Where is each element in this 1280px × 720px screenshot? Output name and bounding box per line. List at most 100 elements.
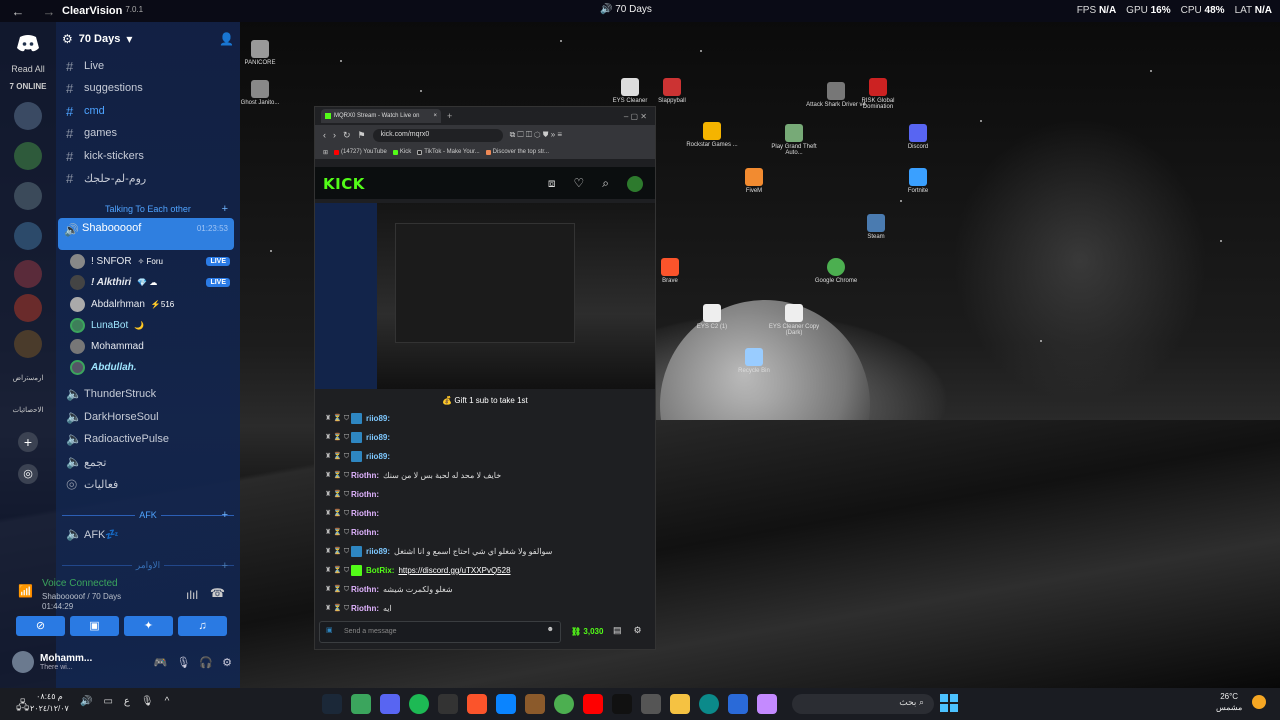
guild-icon[interactable] — [14, 260, 42, 288]
guild-icon[interactable] — [14, 102, 42, 130]
desktop-icon-risk[interactable]: RISK Global Domination — [848, 78, 908, 110]
soundboard-button[interactable]: ♫ — [178, 616, 227, 636]
voice-user[interactable]: ! Alkthiri 💎 ☁ LIVE — [70, 272, 234, 292]
settings-gear-icon[interactable]: ⚙ — [222, 656, 232, 669]
voice-channel[interactable]: 🔈 ThunderStruck — [62, 384, 234, 404]
category-talking[interactable]: Talking To Each other + — [62, 203, 234, 215]
discord-taskbar-icon[interactable] — [380, 694, 400, 714]
voice-channel[interactable]: 🔈 تجمع — [62, 452, 234, 472]
voice-user[interactable]: Mohammad — [70, 336, 234, 356]
windows-start-icon[interactable] — [940, 694, 958, 712]
category-commands[interactable]: الاوامر + — [62, 560, 234, 572]
voice-user[interactable]: ! SNFOR ✧ Foru LIVE — [70, 251, 234, 271]
minecraft-taskbar-icon[interactable] — [525, 694, 545, 714]
forward-arrow-icon[interactable]: → — [36, 4, 62, 19]
voice-user[interactable]: LunaBot 🌙 — [70, 315, 234, 335]
gift-icon[interactable]: ▤ — [613, 625, 622, 636]
kicks-balance[interactable]: ⛓ 3,030 — [571, 627, 603, 636]
voice-channel[interactable]: 🔈 RadioactivePulse — [62, 429, 234, 449]
new-tab-icon[interactable]: + — [447, 111, 452, 121]
avatar[interactable] — [627, 176, 643, 192]
mail-taskbar-icon[interactable] — [728, 694, 748, 714]
screen-share-button[interactable]: ▣ — [70, 616, 119, 636]
spotify-taskbar-icon[interactable] — [409, 694, 429, 714]
add-server-icon[interactable]: + — [18, 432, 38, 452]
search-icon[interactable]: ⌕ — [602, 176, 609, 192]
desktop-icon-chrome[interactable]: Google Chrome — [806, 258, 866, 284]
guild-icon[interactable] — [14, 294, 42, 322]
notification-icon[interactable]: 🖧 — [16, 696, 29, 717]
desktop-icon-slappyball[interactable]: Slappyball — [642, 78, 702, 104]
edge-taskbar-icon[interactable] — [699, 694, 719, 714]
bookmark-youtube[interactable]: (14727) YouTube — [334, 149, 387, 155]
browser-tab[interactable]: MQRX0 Stream - Watch Live on × — [321, 109, 441, 123]
guild-icon[interactable] — [14, 142, 42, 170]
add-channel-icon[interactable]: + — [222, 203, 228, 215]
voice-channel-active[interactable]: 🔊 Shabooooof 01:23:53 — [58, 218, 234, 250]
desktop-icon-eys-copy[interactable]: EYS Cleaner Copy (Dark) — [764, 304, 824, 336]
discord-logo-icon[interactable] — [16, 34, 40, 52]
emoji-icon[interactable]: ☻ — [547, 626, 554, 633]
browse-icon[interactable]: ⧈ — [548, 176, 556, 192]
voice-channel-afk[interactable]: 🔈 AFK💤 — [62, 524, 234, 544]
volume-icon[interactable]: 🔊 — [80, 696, 92, 707]
channel-live[interactable]: # Live — [62, 56, 234, 76]
voice-user[interactable]: Abdalrhman ⚡516 — [70, 294, 234, 314]
chat-settings-icon[interactable]: ⚙ — [634, 625, 642, 636]
steam-taskbar-icon[interactable] — [322, 694, 342, 714]
file-explorer-taskbar-icon[interactable] — [670, 694, 690, 714]
stage-channel[interactable]: ◎ فعاليات — [62, 474, 234, 494]
channel-kick-stickers[interactable]: # kick-stickers — [62, 146, 234, 166]
noise-suppression-icon[interactable]: ılıl — [186, 588, 198, 602]
explore-servers-icon[interactable]: ◎ — [18, 464, 38, 484]
desktop-icon-eys-c2[interactable]: EYS C2 (1) — [682, 304, 742, 330]
channel-games[interactable]: # games — [62, 123, 234, 143]
weather-widget[interactable]: 26°C مشمس — [1216, 691, 1242, 713]
copilot-taskbar-icon[interactable] — [757, 694, 777, 714]
chat-input[interactable]: ▣ Send a message ☻ — [319, 621, 561, 643]
microphone-icon[interactable]: 🎙 — [141, 696, 154, 707]
bookmark-discover[interactable]: Discover the top str... — [485, 149, 549, 155]
add-channel-icon[interactable]: + — [222, 509, 228, 521]
chat-link[interactable]: https://discord.gg/uTXXPvQ528 — [398, 566, 510, 575]
voice-connected-title[interactable]: Voice Connected — [42, 578, 118, 589]
gamepad-icon[interactable]: 🎮 — [154, 656, 168, 669]
voice-connected-channel[interactable]: Shabooooof / 70 Days — [42, 592, 121, 601]
read-all-button[interactable]: Read All — [0, 64, 56, 74]
forward-icon[interactable]: › — [333, 130, 336, 140]
settings-taskbar-icon[interactable] — [438, 694, 458, 714]
youtube-taskbar-icon[interactable] — [583, 694, 603, 714]
taskbar-search[interactable]: بحث ⌕ — [792, 694, 934, 714]
chevron-up-icon[interactable]: ^ — [165, 696, 170, 707]
avatar[interactable] — [12, 651, 34, 673]
tiktok-taskbar-icon[interactable] — [612, 694, 632, 714]
activities-button[interactable]: ✦ — [124, 616, 173, 636]
voice-channel[interactable]: 🔈 DarkHorseSoul — [62, 407, 234, 427]
apps-grid-icon[interactable]: ⊞ — [323, 149, 328, 156]
url-input[interactable]: kick.com/mqrx0 — [372, 128, 503, 142]
category-afk[interactable]: AFK + — [62, 509, 235, 521]
bookmark-kick[interactable]: Kick — [392, 149, 411, 155]
brave-taskbar-icon[interactable] — [467, 694, 487, 714]
extensions-icon[interactable]: ⧉ ☐ ◫ ⬡ ⛊ » ≡ — [510, 130, 562, 140]
channel-arabic[interactable]: # روم-لم-حلجك — [62, 168, 234, 188]
desktop-icon-gta[interactable]: Play Grand Theft Auto... — [764, 124, 824, 156]
desktop-icon-recycle-bin[interactable]: Recycle Bin — [724, 348, 784, 374]
app-taskbar-icon[interactable] — [496, 694, 516, 714]
microphone-icon[interactable]: 🎙 — [176, 656, 190, 669]
voice-user[interactable]: Abdullah. — [70, 357, 234, 377]
pinned-message[interactable]: 💰 Gift 1 sub to take 1st — [315, 393, 655, 409]
chrome-taskbar-icon[interactable] — [554, 694, 574, 714]
add-channel-icon[interactable]: + — [222, 560, 228, 572]
stream-video-player[interactable] — [315, 203, 655, 389]
following-heart-icon[interactable]: ♡ — [574, 176, 585, 192]
channel-suggestions[interactable]: # suggestions — [62, 78, 234, 98]
clock[interactable]: م ٠٨:٤٥ ٢٠٢٤/١٢/٠٧ — [30, 691, 69, 715]
kick-logo[interactable]: KICK — [323, 175, 365, 193]
bookmark-tiktok[interactable]: TikTok - Make Your... — [417, 149, 480, 155]
camera-button[interactable]: ⊘ — [16, 616, 65, 636]
add-member-icon[interactable]: 👤 — [219, 32, 234, 46]
desktop-icon-discord[interactable]: Discord — [888, 124, 948, 150]
channel-cmd[interactable]: # cmd — [62, 101, 234, 121]
desktop-icon-rockstar[interactable]: Rockstar Games ... — [682, 122, 742, 148]
